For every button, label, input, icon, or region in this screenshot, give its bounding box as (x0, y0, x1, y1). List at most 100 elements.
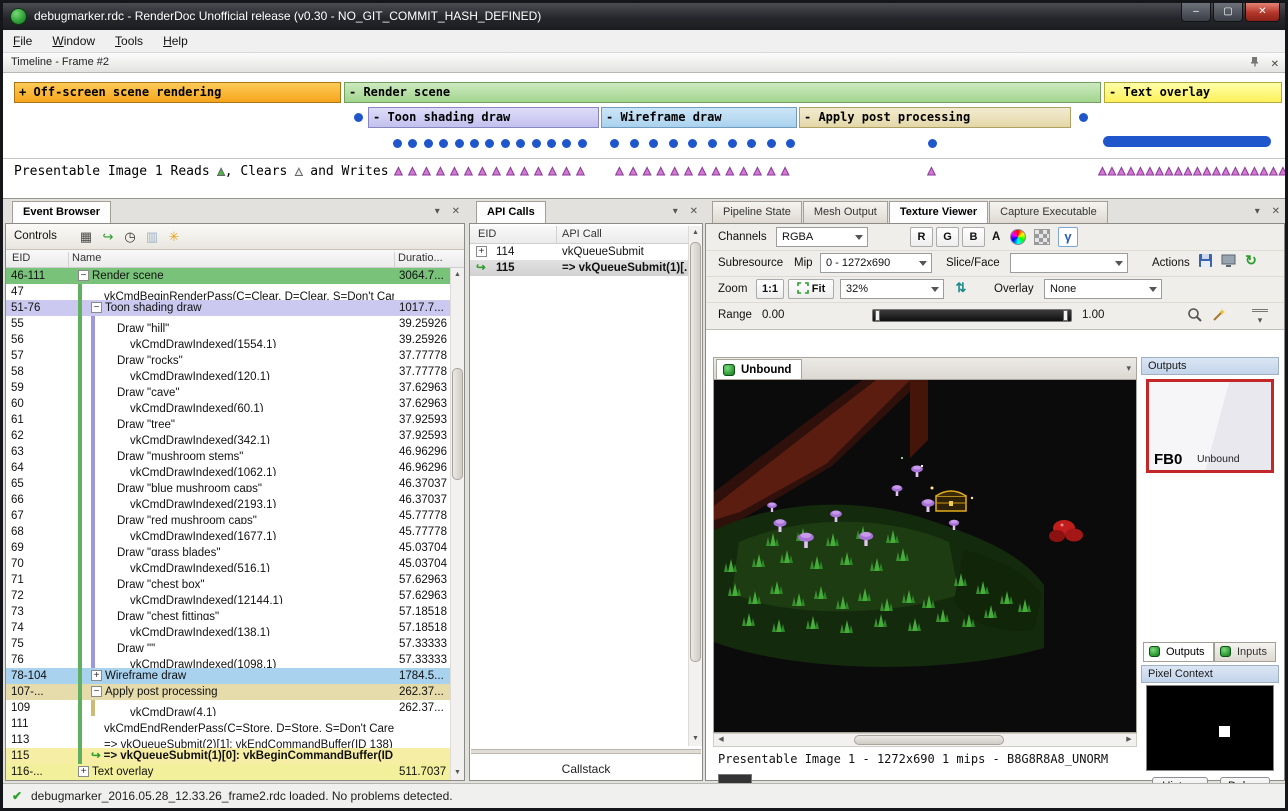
draw-event-dot[interactable] (393, 139, 402, 148)
draw-event-dot[interactable] (1079, 113, 1088, 122)
tab-mesh-output[interactable]: Mesh Output (803, 201, 888, 223)
draw-event-dot[interactable] (578, 139, 587, 148)
event-row[interactable]: 64vkCmdDrawIndexed(1062,1)46.96296 (6, 460, 450, 476)
tab-event-browser[interactable]: Event Browser (12, 201, 111, 223)
event-row[interactable]: 107-...−Apply post processing262.37... (6, 684, 450, 700)
timeline-bar[interactable]: - Text overlay (1104, 82, 1282, 103)
timeline-icon[interactable]: ▦ (76, 227, 96, 247)
dock-menu-icon[interactable]: ▾ (673, 206, 678, 217)
event-browser-columns[interactable]: EID Name Duratio... (6, 250, 464, 268)
goto-event-icon[interactable]: ↪ (98, 227, 118, 247)
write-event-marker[interactable]: ▲ (641, 163, 654, 178)
event-row[interactable]: 71Draw "chest box"57.62963 (6, 572, 450, 588)
save-icon[interactable] (1196, 253, 1214, 271)
scroll-down-icon[interactable]: ▼ (451, 766, 464, 780)
write-event-marker[interactable]: ▲ (627, 163, 640, 178)
event-row[interactable]: 61Draw "tree"37.92593 (6, 412, 450, 428)
pin-icon[interactable] (1249, 55, 1260, 74)
write-event-marker[interactable]: ▲ (518, 163, 531, 178)
write-event-marker[interactable]: ▲ (490, 163, 503, 178)
event-row[interactable]: 51-76−Toon shading draw1017.7... (6, 300, 450, 316)
zoom-fit-button[interactable]: Fit (788, 279, 834, 299)
timeline-bar[interactable]: + Off-screen scene rendering (14, 82, 341, 103)
title-bar[interactable]: debugmarker.rdc - RenderDoc Unofficial r… (3, 3, 1285, 30)
draw-event-dot[interactable] (786, 139, 795, 148)
scroll-right-icon[interactable]: ▶ (1122, 734, 1136, 746)
pixel-context-view[interactable] (1146, 685, 1274, 771)
green-channel-button[interactable]: G (936, 227, 959, 247)
write-event-marker[interactable]: ▲ (668, 163, 681, 178)
event-row[interactable]: 55Draw "hill"39.25926 (6, 316, 450, 332)
write-event-marker[interactable]: ▲ (925, 163, 938, 178)
write-event-marker[interactable]: ▲ (406, 163, 419, 178)
collapse-icon[interactable]: − (91, 686, 102, 697)
menu-help[interactable]: Help (153, 30, 198, 52)
draw-event-dot[interactable] (610, 139, 619, 148)
menu-file[interactable]: File (3, 30, 42, 52)
scroll-thumb[interactable] (854, 735, 1004, 745)
write-event-marker[interactable]: ▲ (560, 163, 573, 178)
event-row[interactable]: 73Draw "chest fittings"57.18518 (6, 604, 450, 620)
draw-event-dot[interactable] (669, 139, 678, 148)
tab-outputs[interactable]: Outputs (1143, 642, 1214, 662)
gamma-button[interactable]: γ (1058, 227, 1078, 247)
col-duration[interactable]: Duratio... (398, 252, 443, 264)
tab-list-dropdown-icon[interactable]: ▾ (1126, 363, 1131, 374)
tab-api-calls[interactable]: API Calls (476, 201, 546, 223)
dock-menu-icon[interactable]: ▾ (435, 206, 440, 217)
tab-inputs[interactable]: Inputs (1214, 642, 1276, 662)
write-event-marker[interactable]: ▲ (462, 163, 475, 178)
expand-icon[interactable]: + (91, 670, 102, 681)
scroll-up-icon[interactable]: ▲ (451, 268, 464, 282)
event-row[interactable]: 74vkCmdDrawIndexed(138,1)57.18518 (6, 620, 450, 636)
write-event-marker[interactable]: ▲ (723, 163, 736, 178)
mip-select[interactable]: 0 - 1272x690 (820, 253, 932, 273)
timeline-bar[interactable]: - Wireframe draw (601, 107, 797, 128)
write-event-marker[interactable]: ▲ (696, 163, 709, 178)
event-row[interactable]: 66vkCmdDrawIndexed(2193,1)46.37037 (6, 492, 450, 508)
write-event-marker[interactable]: ▲ (1277, 163, 1288, 178)
draw-event-dot[interactable] (649, 139, 658, 148)
draw-event-dot[interactable] (708, 139, 717, 148)
draw-event-dot[interactable] (532, 139, 541, 148)
draw-event-dot[interactable] (747, 139, 756, 148)
texture-scrollbar[interactable]: ◀ ▶ (713, 733, 1137, 747)
write-event-marker[interactable]: ▲ (737, 163, 750, 178)
write-event-marker[interactable]: ▲ (392, 163, 405, 178)
write-event-marker[interactable]: ▲ (710, 163, 723, 178)
col-api-call[interactable]: API Call (562, 228, 602, 240)
event-row[interactable]: 60vkCmdDrawIndexed(60,1)37.62963 (6, 396, 450, 412)
draw-event-dot[interactable] (547, 139, 556, 148)
event-row[interactable]: 116-...+Text overlay511.7037 (6, 764, 450, 780)
draw-event-dot[interactable] (485, 139, 494, 148)
scroll-left-icon[interactable]: ◀ (714, 734, 728, 746)
timeline-bar[interactable]: - Apply post processing (799, 107, 1071, 128)
event-row[interactable]: 56vkCmdDrawIndexed(1554,1)39.25926 (6, 332, 450, 348)
event-row[interactable]: 115↪=> vkQueueSubmit(1)[0]: vkBeginComma… (6, 748, 450, 764)
col-eid[interactable]: EID (478, 228, 496, 240)
event-row[interactable]: 63Draw "mushroom stems"46.96296 (6, 444, 450, 460)
zoom-select[interactable]: 32% (840, 279, 944, 299)
dock-close-icon[interactable]: ✕ (452, 206, 460, 217)
collapse-icon[interactable]: − (78, 270, 89, 281)
event-browser-scrollbar[interactable]: ▲ ▼ (450, 268, 464, 780)
fb0-thumbnail[interactable]: FB0 Unbound (1146, 379, 1274, 473)
tab-unbound-texture[interactable]: Unbound (716, 359, 802, 380)
api-calls-columns[interactable]: EID API Call (470, 226, 688, 244)
write-event-marker[interactable]: ▲ (574, 163, 587, 178)
splitter[interactable] (471, 749, 701, 754)
alpha-channel-button[interactable]: A (992, 231, 1000, 243)
draw-event-dot[interactable] (408, 139, 417, 148)
time-durations-icon[interactable]: ◷ (120, 227, 140, 247)
col-eid[interactable]: EID (12, 252, 30, 264)
timeline-bar[interactable]: - Render scene (344, 82, 1101, 103)
close-button[interactable]: ✕ (1245, 3, 1280, 22)
api-call-row[interactable]: +114vkQueueSubmit (470, 244, 688, 260)
event-row[interactable]: 76vkCmdDrawIndexed(1098,1)57.33333 (6, 652, 450, 668)
draw-event-dot[interactable] (501, 139, 510, 148)
write-event-marker[interactable]: ▲ (765, 163, 778, 178)
event-row[interactable]: 47vkCmdBeginRenderPass(C=Clear, D=Clear,… (6, 284, 450, 300)
draw-event-dot[interactable] (439, 139, 448, 148)
tab-texture-viewer[interactable]: Texture Viewer (889, 201, 988, 223)
write-event-marker[interactable]: ▲ (546, 163, 559, 178)
